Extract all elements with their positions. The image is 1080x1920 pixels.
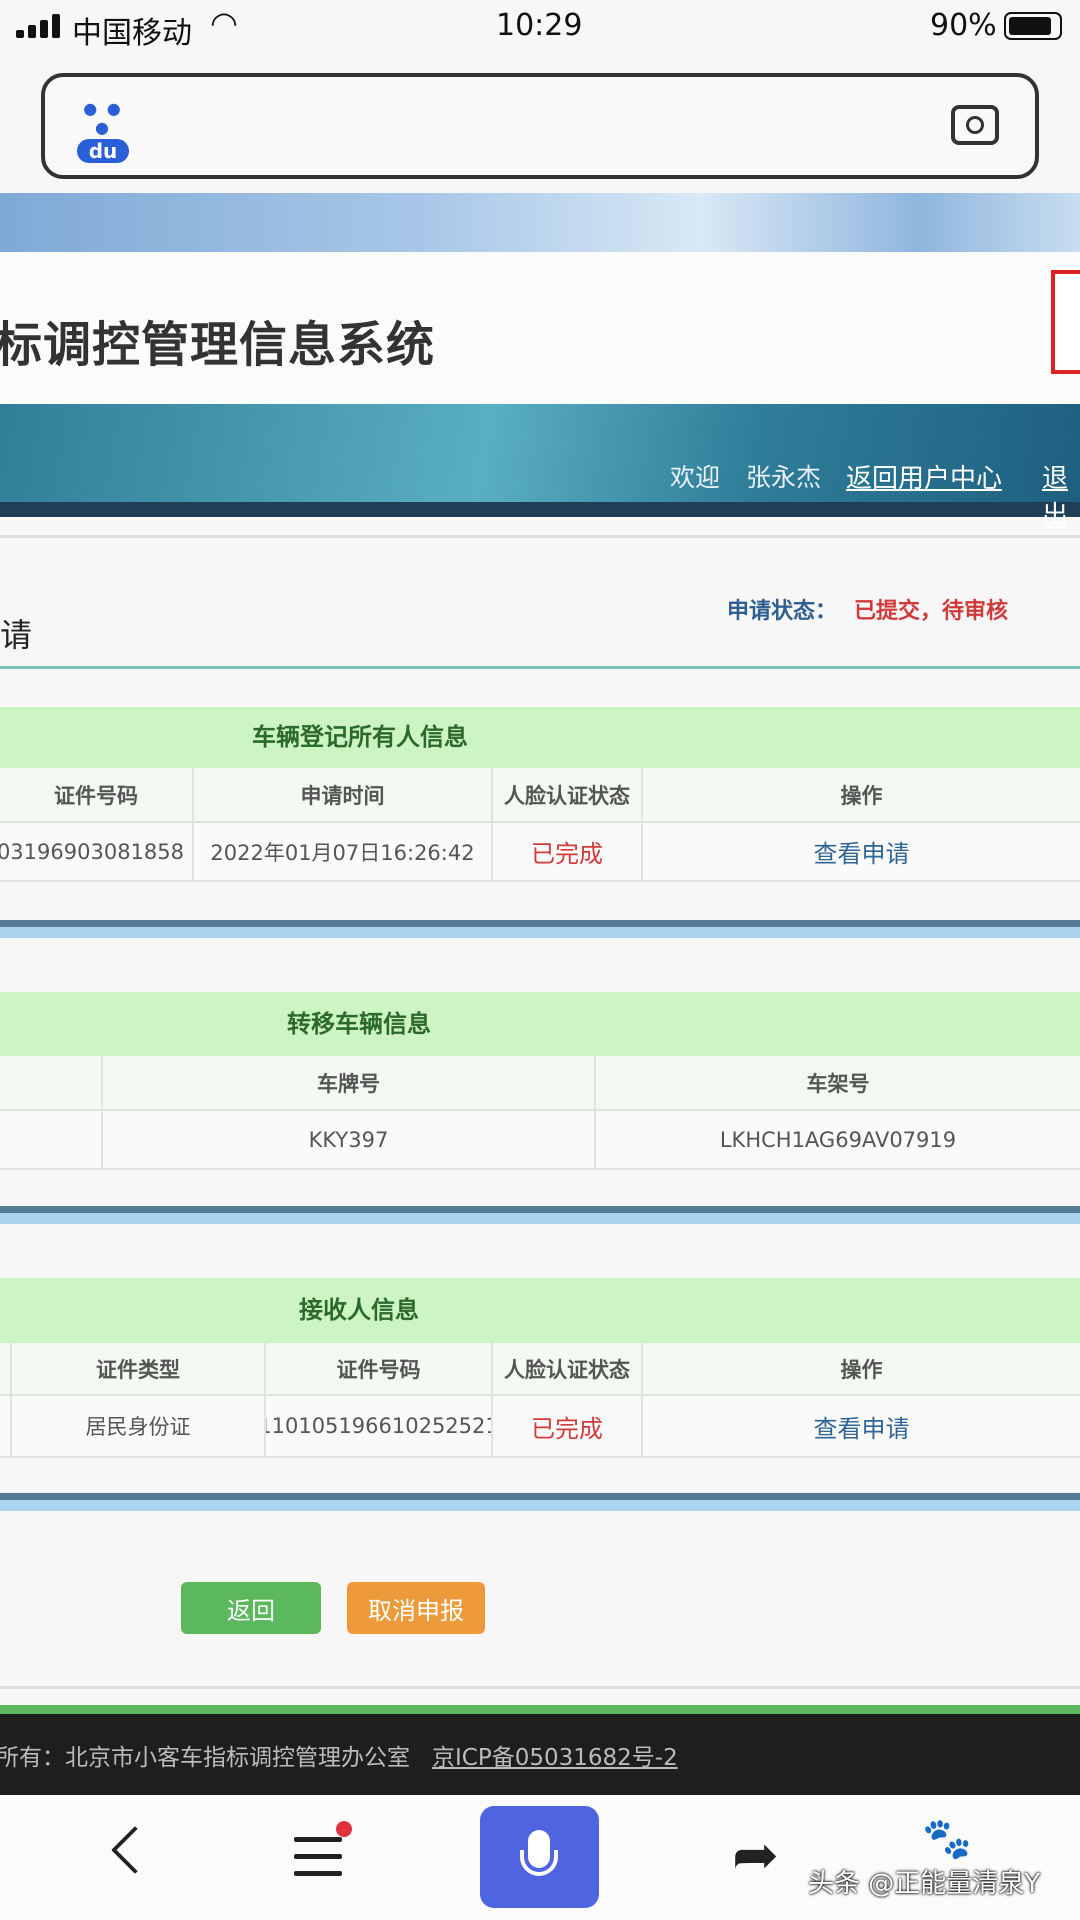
section-divider	[0, 1206, 1080, 1224]
view-application-link[interactable]: 查看申请	[643, 823, 1080, 880]
column-header: 操作	[643, 768, 1080, 821]
status-value: 已提交，待审核	[854, 599, 1009, 624]
face-status: 已完成	[493, 1396, 643, 1456]
browser-search-bar[interactable]: ● ● ● du	[41, 73, 1039, 179]
blank-cell	[0, 1111, 103, 1168]
table-row: KKY397 LKHCH1AG69AV07919	[0, 1111, 1080, 1170]
carrier: 中国移动	[72, 16, 192, 51]
watermark: 头条 @正能量清泉Y	[808, 1869, 1041, 1899]
status-bar: 中国移动 ◠ 10:29 90%	[0, 0, 1080, 52]
column-header: 人脸认证状态	[493, 1343, 643, 1394]
column-header: 操作	[643, 1343, 1080, 1394]
column-header: 证件类型	[12, 1343, 266, 1394]
icp-link[interactable]: 京ICP备05031682号-2	[432, 1738, 678, 1772]
section-divider	[0, 1493, 1080, 1511]
column-header: 人脸认证状态	[493, 768, 643, 821]
table-header-row: 证件类型 证件号码 人脸认证状态 操作	[0, 1343, 1080, 1396]
apply-time: 2022年01月07日16:26:42	[194, 823, 493, 880]
column-header	[0, 1056, 103, 1109]
cancel-application-button[interactable]: 取消申报	[347, 1582, 485, 1634]
divider	[0, 1686, 1080, 1689]
welcome-text: 欢迎	[670, 463, 721, 492]
table-title-text: 接收人信息	[299, 1296, 419, 1324]
column-header: 证件号码	[0, 768, 194, 821]
camera-icon[interactable]	[951, 105, 999, 145]
site-footer: 所有：北京市小客车指标调控管理办公室 京ICP备05031682号-2	[0, 1714, 1080, 1795]
table-title-text: 转移车辆信息	[287, 1010, 431, 1038]
vin-number: LKHCH1AG69AV07919	[719, 1127, 957, 1152]
baidu-logo-icon: ● ● ● du	[77, 99, 129, 163]
system-title: 标调控管理信息系统	[0, 317, 436, 373]
table-title: 接收人信息	[0, 1278, 1080, 1343]
column-header: 车牌号	[103, 1056, 596, 1109]
id-number: 0103196903081858	[0, 823, 194, 880]
divider	[0, 666, 1080, 669]
notification-dot	[336, 1821, 352, 1837]
browser-bottom-nav: ➦ 🐾 头条 @正能量清泉Y	[0, 1795, 1080, 1920]
menu-icon[interactable]	[294, 1821, 352, 1881]
battery-icon	[1004, 12, 1062, 40]
divider	[0, 535, 1080, 538]
username: 张永杰	[746, 463, 822, 492]
back-icon[interactable]	[110, 1825, 160, 1875]
clock: 10:29	[496, 8, 583, 43]
blank-cell	[0, 1396, 12, 1456]
back-button[interactable]: 返回	[181, 1582, 321, 1634]
plate-number: KKY397	[103, 1111, 596, 1168]
id-number: 110105196610252521	[266, 1396, 493, 1456]
view-application-link[interactable]: 查看申请	[643, 1396, 1080, 1456]
beijing-logo	[1051, 270, 1080, 374]
table-title: 车辆登记所有人信息	[0, 707, 1080, 768]
search-input[interactable]	[145, 97, 945, 157]
face-status: 已完成	[493, 823, 643, 880]
table-header-row: 车牌号 车架号	[0, 1056, 1080, 1111]
table-header-row: 证件号码 申请时间 人脸认证状态 操作	[0, 768, 1080, 823]
battery-percent: 90%	[930, 8, 997, 43]
share-icon[interactable]: ➦	[732, 1823, 779, 1888]
table-row: 0103196903081858 2022年01月07日16:26:42 已完成…	[0, 823, 1080, 882]
table-title-text: 车辆登记所有人信息	[252, 723, 468, 751]
logout-link[interactable]: 退出	[1042, 458, 1080, 532]
table-row: 居民身份证 110105196610252521 已完成 查看申请	[0, 1396, 1080, 1458]
voice-search-button[interactable]	[480, 1806, 599, 1908]
section-divider	[0, 920, 1080, 938]
user-center-link[interactable]: 返回用户中心	[846, 458, 1002, 495]
signal-icon	[16, 14, 62, 38]
header-banner	[0, 193, 1080, 253]
column-header: 申请时间	[194, 768, 493, 821]
nav-band-bottom	[0, 502, 1080, 517]
column-header: 车架号	[596, 1056, 1080, 1109]
status-label: 申请状态：	[727, 599, 838, 624]
column-header	[0, 1343, 12, 1394]
page-heading: 请	[0, 616, 33, 654]
copyright-text: 所有：北京市小客车指标调控管理办公室	[0, 1744, 410, 1771]
column-header: 证件号码	[266, 1343, 493, 1394]
id-type: 居民身份证	[12, 1396, 266, 1456]
baidu-paw-icon[interactable]: 🐾	[922, 1815, 972, 1862]
wifi-icon: ◠	[210, 4, 238, 42]
table-title: 转移车辆信息	[0, 992, 1080, 1056]
